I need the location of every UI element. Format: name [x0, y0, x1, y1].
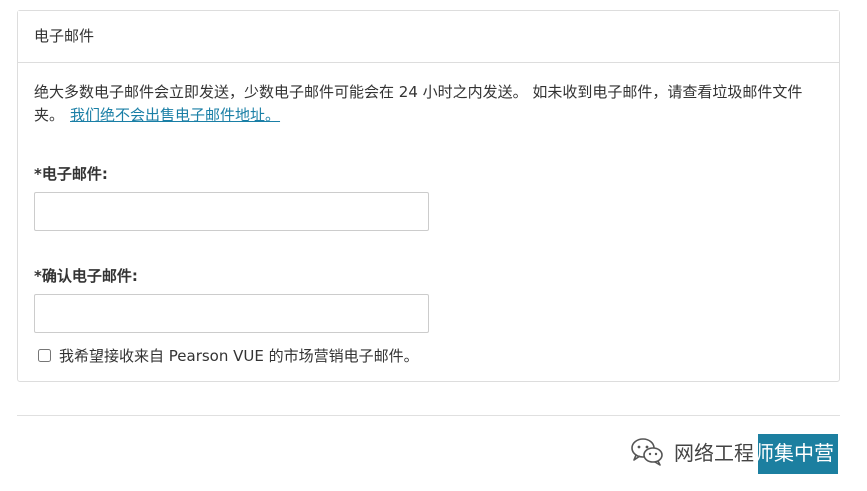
- watermark-text-part2: 师集中营: [754, 440, 834, 465]
- privacy-link[interactable]: 我们绝不会出售电子邮件地址。: [70, 106, 280, 124]
- watermark: 网络工程师集中营: [630, 436, 834, 466]
- panel-heading: 电子邮件: [18, 11, 839, 63]
- watermark-text-part1: 网络工程: [674, 440, 754, 465]
- marketing-checkbox-label: 我希望接收来自 Pearson VUE 的市场营销电子邮件。: [59, 347, 419, 365]
- intro-text: 绝大多数电子邮件会立即发送，少数电子邮件可能会在 24 小时之内发送。 如未收到…: [34, 81, 824, 127]
- email-label: *电子邮件:: [34, 165, 108, 183]
- section-divider: [17, 415, 840, 416]
- marketing-opt-in[interactable]: 我希望接收来自 Pearson VUE 的市场营销电子邮件。: [38, 345, 419, 366]
- confirm-email-input[interactable]: [34, 294, 429, 333]
- email-input[interactable]: [34, 192, 429, 231]
- wechat-icon: [631, 438, 663, 466]
- email-panel: 电子邮件 绝大多数电子邮件会立即发送，少数电子邮件可能会在 24 小时之内发送。…: [17, 10, 840, 382]
- confirm-email-label: *确认电子邮件:: [34, 267, 138, 285]
- marketing-checkbox[interactable]: [38, 349, 51, 362]
- watermark-text: 网络工程师集中营: [674, 437, 834, 466]
